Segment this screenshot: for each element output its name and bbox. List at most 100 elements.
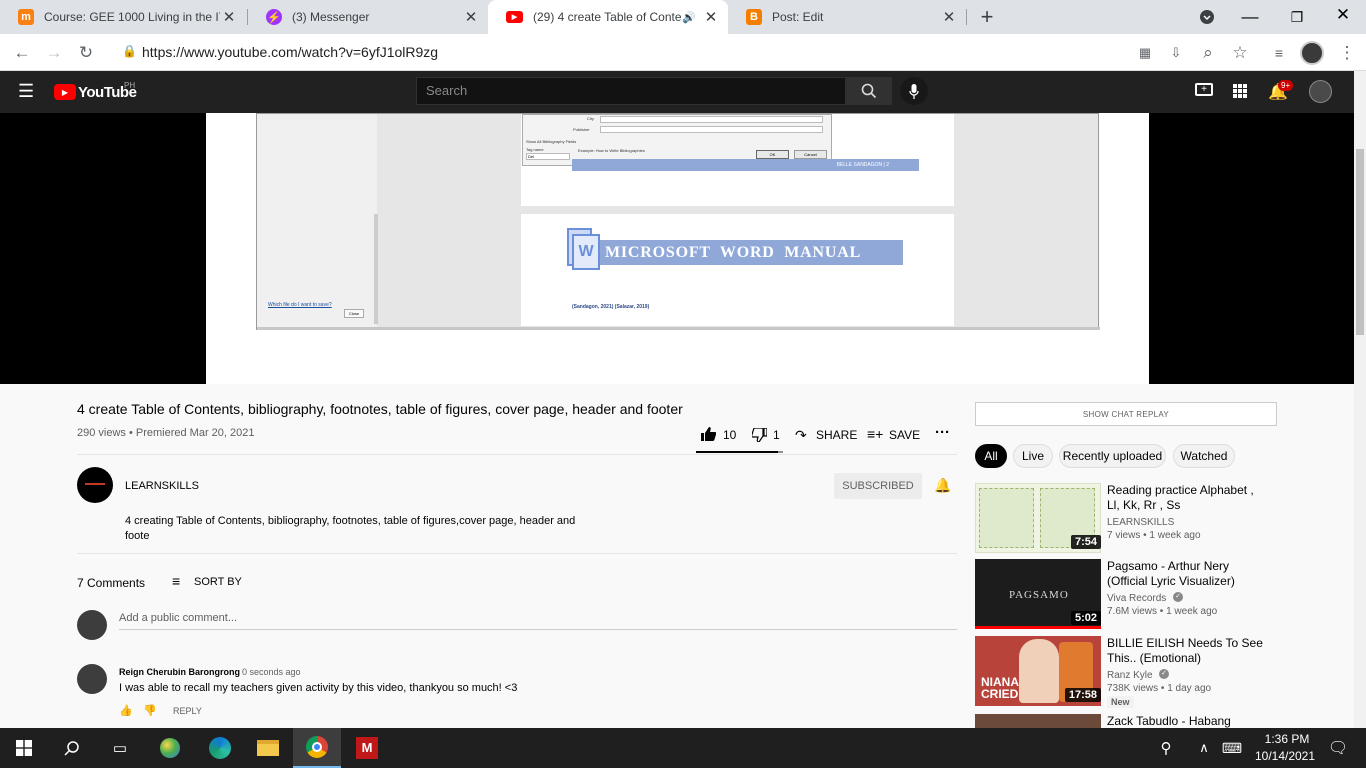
media-control-icon[interactable]: ≡ [1267, 41, 1291, 65]
taskbar-time[interactable]: 1:36 PM [1257, 732, 1317, 746]
like-ratio-bar [696, 451, 783, 453]
comment-like-icon[interactable]: 👍 [119, 704, 133, 717]
bookmark-star-icon[interactable]: ☆ [1228, 41, 1252, 65]
chip-live[interactable]: Live [1013, 444, 1053, 468]
video-channel[interactable]: Viva Records [1107, 593, 1166, 604]
task-view-icon[interactable]: ▭ [96, 728, 144, 768]
reply-button[interactable]: REPLY [173, 706, 202, 716]
create-video-icon[interactable]: + [1195, 83, 1213, 96]
video-title[interactable]: Reading practice Alphabet , Ll, Kk, Rr ,… [1107, 483, 1267, 513]
search-button[interactable] [846, 77, 892, 105]
channel-avatar[interactable] [77, 467, 113, 503]
page-scrollbar[interactable] [1354, 71, 1366, 728]
tab-youtube[interactable]: ▶ (29) 4 create Table of Conten 🔊 ✕ [488, 0, 728, 34]
search-input[interactable]: Search [416, 77, 846, 105]
account-avatar[interactable] [1309, 80, 1332, 103]
thumbnail-text: NIANA CRIED [981, 675, 1019, 701]
tag-name-label: Tag name [526, 147, 544, 152]
close-tab-icon[interactable]: ✕ [220, 8, 238, 26]
dislike-count[interactable]: 1 [773, 428, 780, 442]
edge-icon[interactable] [196, 728, 244, 768]
voice-search-button[interactable] [900, 77, 928, 105]
like-icon[interactable] [701, 427, 717, 441]
commenter-avatar[interactable] [77, 664, 107, 694]
share-button[interactable]: SHARE [816, 428, 857, 442]
close-window-icon[interactable]: ✕ [1331, 3, 1355, 27]
chrome-menu-icon[interactable]: ⋮ [1335, 41, 1359, 65]
address-bar[interactable]: 🔒 https://www.youtube.com/watch?v=6yfJ1o… [110, 38, 1260, 66]
paint-app-icon[interactable] [146, 728, 194, 768]
share-icon[interactable]: ↷ [795, 427, 807, 444]
video-channel[interactable]: Ranz Kyle [1107, 670, 1153, 681]
tab-blogger[interactable]: B Post: Edit ✕ [728, 0, 966, 34]
channel-name[interactable]: LEARNSKILLS [125, 480, 199, 492]
taskbar-date[interactable]: 10/14/2021 [1250, 749, 1320, 763]
tab-course[interactable]: m Course: GEE 1000 Living in the IT ✕ [0, 0, 246, 34]
comment-dislike-icon[interactable]: 👎 [143, 704, 157, 717]
restore-icon[interactable]: ❐ [1285, 5, 1309, 29]
dislike-icon[interactable] [751, 427, 768, 443]
video-title[interactable]: Pagsamo - Arthur Nery (Official Lyric Vi… [1107, 559, 1267, 589]
recommended-video[interactable]: NIANA CRIED 17:58 BILLIE EILISH Needs To… [975, 636, 1275, 708]
comment-time[interactable]: 0 seconds ago [242, 667, 301, 677]
blogger-icon: B [746, 9, 762, 25]
keyboard-icon[interactable]: ⌨ [1212, 728, 1252, 768]
comment-author[interactable]: Reign Cherubin Barongrong [119, 667, 240, 677]
show-fields-checkbox: Show All Bibliography Fields [526, 139, 577, 144]
windows-taskbar: ▭ M ⚲ ∧ ⌨ 1:36 PM 10/14/2021 🗨 [0, 728, 1366, 768]
more-actions-icon[interactable]: ··· [935, 424, 950, 441]
chip-all[interactable]: All [975, 444, 1007, 468]
save-button[interactable]: SAVE [889, 428, 920, 442]
recommended-video[interactable]: PAGSAMO 5:02 Pagsamo - Arthur Nery (Offi… [975, 559, 1275, 629]
recommended-video[interactable]: 7:54 Reading practice Alphabet , Ll, Kk,… [975, 483, 1275, 553]
chrome-taskbar-icon[interactable] [293, 728, 341, 768]
minimize-icon[interactable]: ― [1238, 5, 1262, 29]
new-tab-icon[interactable]: + [975, 4, 999, 29]
qr-code-icon[interactable]: ▦ [1133, 41, 1157, 65]
description-line: foote [125, 530, 150, 542]
save-playlist-icon[interactable]: ≡+ [867, 426, 883, 442]
video-title[interactable]: BILLIE EILISH Needs To See This.. (Emoti… [1107, 636, 1267, 666]
recommended-video[interactable]: Zack Tabudlo - Habang Buhay [975, 714, 1275, 728]
back-icon[interactable]: ← [10, 41, 34, 65]
action-center-icon[interactable]: 🗨 [1318, 728, 1358, 768]
subscribed-button[interactable]: SUBSCRIBED [834, 473, 922, 499]
tab-search-icon[interactable] [1195, 5, 1219, 29]
sort-by-button[interactable]: SORT BY [194, 576, 242, 588]
close-tab-icon[interactable]: ✕ [940, 8, 958, 26]
mcafee-icon[interactable]: M [343, 728, 391, 768]
audio-playing-icon[interactable]: 🔊 [682, 11, 696, 24]
show-chat-replay-button[interactable]: SHOW CHAT REPLAY [975, 402, 1277, 426]
video-title[interactable]: Zack Tabudlo - Habang Buhay [1107, 714, 1267, 728]
windows-start-icon[interactable] [0, 728, 48, 768]
url-text: https://www.youtube.com/watch?v=6yfJ1olR… [142, 44, 439, 60]
video-channel[interactable]: LEARNSKILLS [1107, 517, 1174, 528]
tab-messenger[interactable]: ⚡ (3) Messenger ✕ [248, 0, 488, 34]
reload-icon[interactable]: ↻ [74, 41, 98, 65]
scrollbar-thumb[interactable] [1356, 149, 1364, 335]
zoom-icon[interactable]: ⌕ [1196, 41, 1220, 65]
apps-grid-icon[interactable] [1233, 84, 1247, 98]
video-player[interactable]: City Publisher Show All Bibliography Fie… [0, 113, 1354, 384]
lock-icon[interactable]: 🔒 [122, 44, 137, 58]
close-tab-icon[interactable]: ✕ [702, 8, 720, 26]
channel-bell-icon[interactable]: 🔔 [934, 477, 951, 494]
close-tab-icon[interactable]: ✕ [462, 8, 480, 26]
comment-input[interactable]: Add a public comment... [119, 612, 237, 624]
install-app-icon[interactable]: ⇩ [1164, 41, 1188, 65]
chip-recently-uploaded[interactable]: Recently uploaded [1059, 444, 1166, 468]
example-text: Example: How to Write Bibliographies [578, 148, 645, 153]
youtube-logo-icon[interactable]: ▶ [54, 84, 76, 100]
ruler [374, 214, 378, 324]
forward-icon[interactable]: → [42, 41, 66, 65]
like-count[interactable]: 10 [723, 428, 736, 442]
chip-watched[interactable]: Watched [1173, 444, 1235, 468]
hamburger-menu-icon[interactable]: ☰ [18, 82, 34, 100]
video-thumbnail[interactable] [975, 714, 1101, 728]
sort-icon[interactable]: ≡ [172, 573, 180, 589]
file-explorer-icon[interactable] [244, 728, 292, 768]
people-icon[interactable]: ⚲ [1146, 728, 1186, 768]
search-taskbar-icon[interactable] [48, 728, 96, 768]
search-icon [861, 83, 877, 99]
profile-avatar[interactable] [1300, 41, 1324, 65]
